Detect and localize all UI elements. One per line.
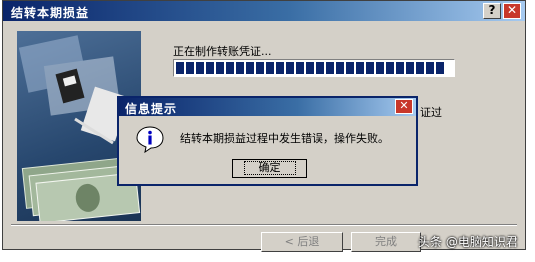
dialog-message: 结转本期损益过程中发生错误，操作失败。 bbox=[180, 132, 389, 145]
progress-block bbox=[406, 62, 414, 74]
wizard-title-bar[interactable]: 结转本期损益 ? ✕ bbox=[3, 1, 525, 21]
progress-block bbox=[176, 62, 184, 74]
divider bbox=[11, 224, 517, 226]
finish-button[interactable]: 完成 bbox=[351, 232, 421, 252]
dialog-title: 信息提示 bbox=[125, 102, 178, 116]
progress-block bbox=[316, 62, 324, 74]
ok-button[interactable]: 确定 bbox=[232, 159, 307, 178]
progress-block bbox=[306, 62, 314, 74]
progress-bar bbox=[173, 59, 455, 77]
progress-block bbox=[276, 62, 284, 74]
progress-block bbox=[206, 62, 214, 74]
progress-block bbox=[246, 62, 254, 74]
progress-block bbox=[286, 62, 294, 74]
progress-block bbox=[216, 62, 224, 74]
close-button[interactable]: ✕ bbox=[503, 3, 521, 19]
message-dialog: 信息提示 ✕ 结转本期损益过程中发生错误，操作失败。 确定 bbox=[117, 96, 418, 186]
status-text: 正在制作转账凭证... bbox=[173, 45, 272, 58]
progress-block bbox=[386, 62, 394, 74]
ok-button-label: 确定 bbox=[243, 161, 296, 175]
progress-block bbox=[326, 62, 334, 74]
progress-block bbox=[186, 62, 194, 74]
progress-block bbox=[266, 62, 274, 74]
wizard-title: 结转本期损益 bbox=[11, 6, 90, 20]
dialog-close-button[interactable]: ✕ bbox=[395, 99, 413, 114]
progress-block bbox=[256, 62, 264, 74]
progress-block bbox=[196, 62, 204, 74]
progress-block bbox=[436, 62, 444, 74]
progress-block bbox=[366, 62, 374, 74]
back-button[interactable]: < 后退 bbox=[261, 232, 343, 252]
progress-block bbox=[396, 62, 404, 74]
progress-block bbox=[356, 62, 364, 74]
help-button[interactable]: ? bbox=[483, 3, 501, 19]
side-text: 证过 bbox=[420, 106, 442, 119]
progress-block bbox=[346, 62, 354, 74]
progress-block bbox=[376, 62, 384, 74]
progress-block bbox=[236, 62, 244, 74]
watermark: 头条 @电脑知识君 bbox=[418, 235, 518, 249]
progress-block bbox=[416, 62, 424, 74]
progress-block bbox=[296, 62, 304, 74]
progress-block bbox=[226, 62, 234, 74]
info-icon bbox=[136, 126, 164, 153]
dialog-title-bar[interactable]: 信息提示 ✕ bbox=[119, 98, 416, 116]
progress-block bbox=[426, 62, 434, 74]
progress-block bbox=[336, 62, 344, 74]
